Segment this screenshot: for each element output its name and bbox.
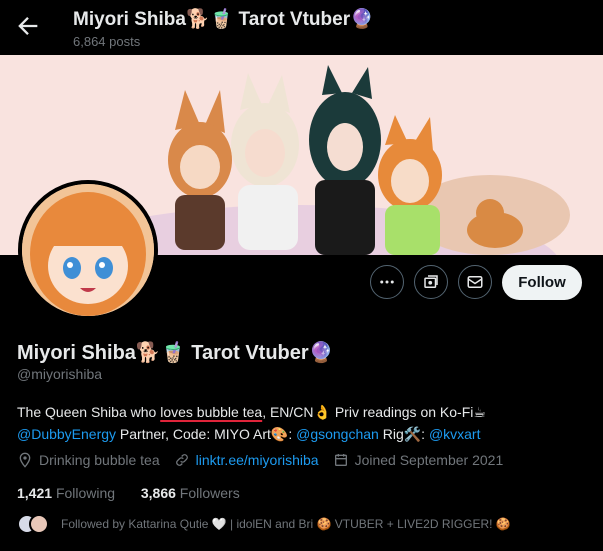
followers-label: Followers — [179, 485, 240, 501]
location-text: Drinking bubble tea — [39, 452, 160, 468]
bio-text: , EN/CN👌 Priv readings on Ko-Fi☕ — [262, 404, 486, 420]
profile-avatar[interactable] — [18, 180, 158, 320]
profile-name: Miyori Shiba🐕🧋 Tarot Vtuber🔮 — [17, 342, 334, 364]
calendar-icon — [334, 454, 347, 466]
bio-text: Rig🛠️: — [378, 426, 429, 442]
following-link[interactable]: 1,421 Following — [17, 485, 115, 501]
link-icon — [175, 454, 188, 466]
followers-count: 3,866 — [140, 485, 176, 501]
following-count: 1,421 — [17, 485, 53, 501]
message-button[interactable] — [458, 265, 492, 299]
more-icon — [380, 280, 394, 284]
followers-link[interactable]: 3,866 Followers — [141, 485, 240, 501]
header-title: Miyori Shiba🐕🧋 Tarot Vtuber🔮 — [73, 9, 374, 30]
followed-by-text: Followed by Kattarina Qutie 🤍 | idolEN a… — [61, 517, 511, 531]
bio-text: Partner, Code: MIYO Art🎨: — [116, 426, 297, 442]
followed-by[interactable]: Followed by Kattarina Qutie 🤍 | idolEN a… — [17, 514, 511, 534]
website-item[interactable]: linktr.ee/miyorishiba — [174, 452, 319, 468]
profile-handle: @miyorishiba — [17, 366, 103, 382]
post-count: 6,864 posts — [73, 34, 141, 49]
joined-item: Joined September 2021 — [333, 452, 504, 468]
location-icon — [19, 452, 31, 468]
website-link[interactable]: linktr.ee/miyorishiba — [196, 452, 319, 468]
bio-highlight: loves bubble tea — [160, 404, 263, 420]
bio-mention-kvxart[interactable]: @kvxart — [429, 426, 481, 442]
top-bar: Miyori Shiba🐕🧋 Tarot Vtuber🔮 6,864 posts — [0, 0, 603, 55]
bio-mention-gsongchan[interactable]: @gsongchan — [296, 426, 379, 442]
following-label: Following — [55, 485, 116, 501]
back-arrow-icon[interactable] — [14, 12, 42, 40]
bio-mention-dubbyenergy[interactable]: @DubbyEnergy — [17, 426, 116, 442]
follower-avatar — [29, 514, 49, 534]
joined-text: Joined September 2021 — [354, 452, 504, 468]
profile-bio: The Queen Shiba who loves bubble tea, EN… — [17, 401, 592, 445]
subscribe-icon — [424, 275, 438, 288]
message-icon — [467, 276, 483, 288]
follow-stats: 1,421 Following 3,866 Followers — [17, 485, 240, 501]
subscribe-button[interactable] — [414, 265, 448, 299]
more-button[interactable] — [370, 265, 404, 299]
profile-meta: Drinking bubble tea linktr.ee/miyorishib… — [17, 452, 517, 468]
location-item: Drinking bubble tea — [17, 452, 160, 468]
follow-button[interactable]: Follow — [502, 265, 582, 300]
bio-text: The Queen Shiba who — [17, 404, 161, 420]
